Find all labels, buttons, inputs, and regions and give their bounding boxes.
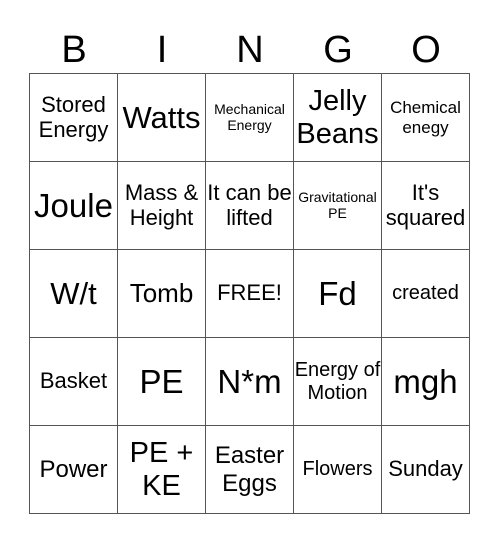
bingo-cell[interactable]: It's squared [382, 162, 470, 250]
bingo-cell[interactable]: Power [30, 426, 118, 514]
bingo-cell[interactable]: Mechanical Energy [206, 74, 294, 162]
bingo-header: B I N G O [30, 28, 470, 72]
header-letter-n: N [236, 29, 264, 71]
header-letter-g: G [323, 29, 353, 71]
bingo-cell[interactable]: Fd [294, 250, 382, 338]
bingo-cell[interactable]: Joule [30, 162, 118, 250]
bingo-cell[interactable]: N*m [206, 338, 294, 426]
bingo-cell[interactable]: Energy of Motion [294, 338, 382, 426]
bingo-cell[interactable]: Gravitational PE [294, 162, 382, 250]
bingo-cell[interactable]: Watts [118, 74, 206, 162]
bingo-cell[interactable]: Basket [30, 338, 118, 426]
bingo-cell[interactable]: created [382, 250, 470, 338]
bingo-cell[interactable]: Stored Energy [30, 74, 118, 162]
free-space[interactable]: FREE! [206, 250, 294, 338]
bingo-cell[interactable]: mgh [382, 338, 470, 426]
header-letter-b: B [61, 29, 87, 71]
bingo-cell[interactable]: PE + KE [118, 426, 206, 514]
bingo-cell[interactable]: Sunday [382, 426, 470, 514]
bingo-cell[interactable]: It can be lifted [206, 162, 294, 250]
bingo-card: Stored Energy Watts Mechanical Energy Je… [29, 73, 470, 514]
bingo-cell[interactable]: Easter Eggs [206, 426, 294, 514]
bingo-cell[interactable]: Chemical enegy [382, 74, 470, 162]
bingo-cell[interactable]: Jelly Beans [294, 74, 382, 162]
header-letter-o: O [411, 29, 441, 71]
header-letter-i: I [156, 29, 168, 71]
bingo-cell[interactable]: Tomb [118, 250, 206, 338]
bingo-cell[interactable]: W/t [30, 250, 118, 338]
bingo-cell[interactable]: Flowers [294, 426, 382, 514]
bingo-cell[interactable]: PE [118, 338, 206, 426]
bingo-cell[interactable]: Mass & Height [118, 162, 206, 250]
